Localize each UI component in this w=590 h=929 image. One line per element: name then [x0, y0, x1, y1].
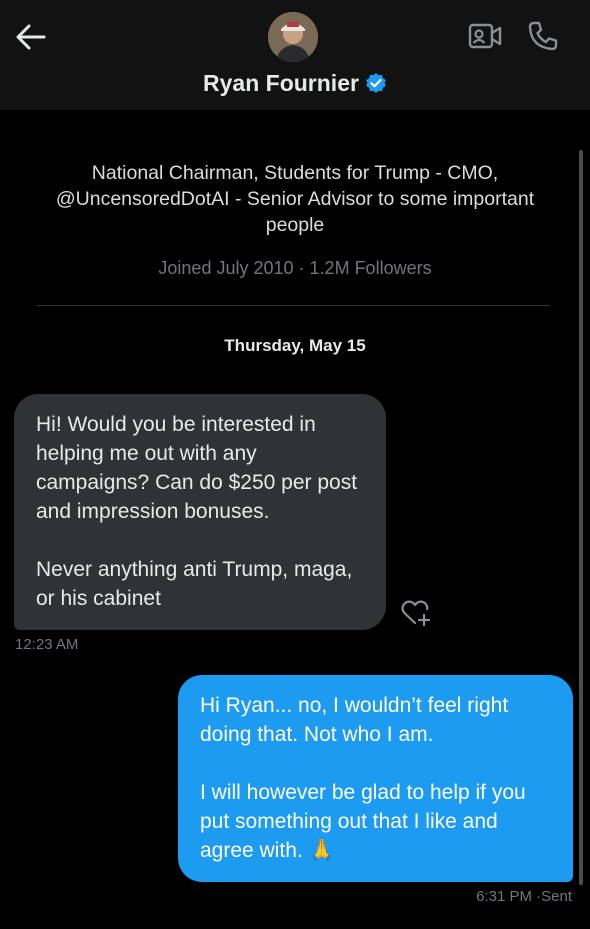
heart-plus-icon	[401, 600, 431, 627]
message-paragraph: Hi Ryan... no, I wouldn’t feel right doi…	[200, 694, 509, 746]
back-button[interactable]	[14, 22, 48, 52]
message-status: Sent	[541, 888, 572, 905]
message-status-line: 6:31 PM ·Sent	[476, 888, 572, 905]
message-timestamp: 6:31 PM	[476, 888, 532, 905]
verified-badge-icon	[365, 72, 387, 100]
add-reaction-button[interactable]	[400, 598, 434, 628]
meta-separator: ·	[298, 258, 305, 278]
date-separator: Thursday, May 15	[224, 336, 366, 355]
profile-bio: National Chairman, Students for Trump - …	[55, 162, 535, 236]
message-timestamp: 12:23 AM	[15, 636, 79, 653]
message-paragraph: Never anything anti Trump, maga, or his …	[36, 558, 353, 610]
video-call-button[interactable]	[468, 22, 502, 50]
followers-count[interactable]: 1.2M Followers	[310, 258, 432, 278]
divider	[37, 305, 550, 306]
joined-date: Joined July 2010	[158, 258, 294, 278]
contact-name[interactable]: Ryan Fournier	[0, 70, 590, 100]
conversation-header: Ryan Fournier	[0, 0, 590, 110]
scrollbar[interactable]	[579, 150, 583, 885]
arrow-left-icon	[16, 24, 46, 50]
voice-call-button[interactable]	[526, 20, 560, 52]
phone-icon	[528, 21, 558, 51]
video-camera-icon	[468, 23, 502, 49]
outgoing-message[interactable]: Hi Ryan... no, I wouldn’t feel right doi…	[178, 675, 573, 882]
profile-meta: Joined July 2010 · 1.2M Followers	[0, 258, 590, 279]
contact-name-text: Ryan Fournier	[203, 70, 359, 96]
incoming-message[interactable]: Hi! Would you be interested in helping m…	[14, 394, 386, 630]
message-paragraph: I will however be glad to help if you pu…	[200, 781, 526, 862]
avatar[interactable]	[268, 12, 318, 62]
message-paragraph: Hi! Would you be interested in helping m…	[36, 413, 358, 523]
